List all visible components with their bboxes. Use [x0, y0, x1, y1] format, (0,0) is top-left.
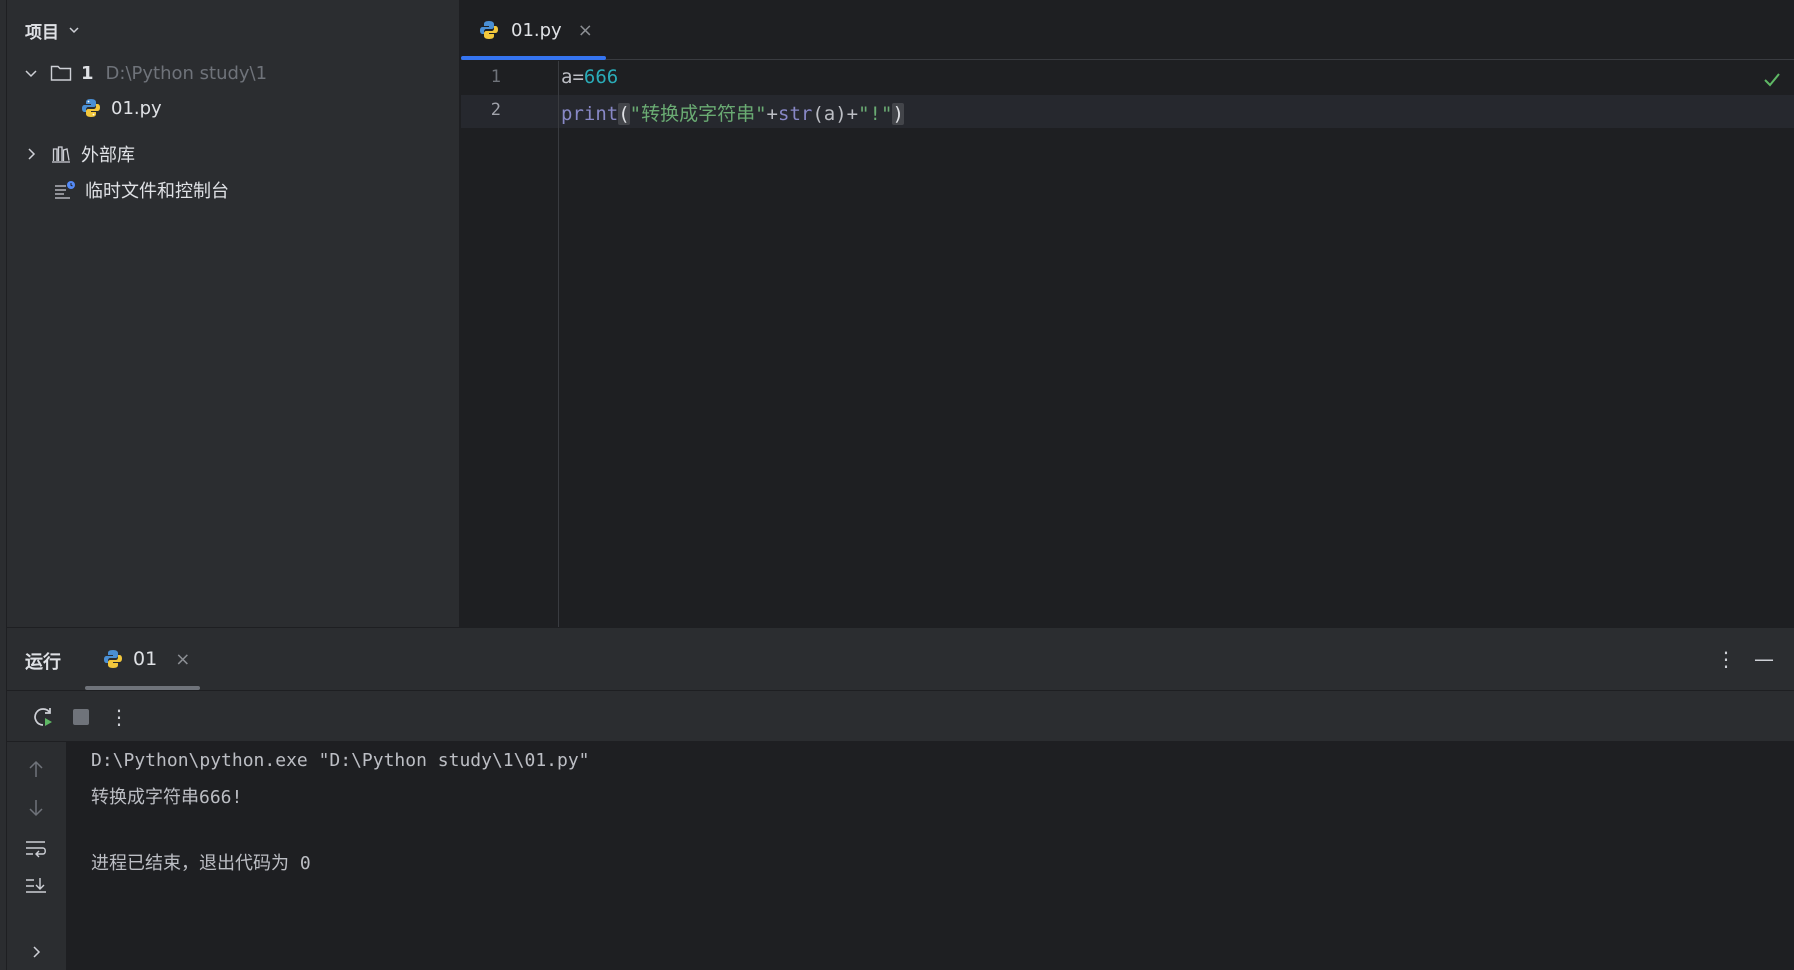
project-panel: 项目 1 D:\Python study\1 01.py 外部库 临时文件和控制… [7, 0, 460, 627]
close-icon[interactable]: × [175, 649, 190, 670]
folder-icon [49, 62, 73, 84]
line-number: 2 [490, 100, 501, 120]
project-panel-title: 项目 [25, 22, 59, 43]
code-line-1[interactable]: a=666 [561, 66, 618, 88]
stop-icon[interactable] [67, 703, 95, 731]
chevron-right-icon[interactable] [23, 146, 39, 162]
code-token-operator: + [846, 103, 859, 125]
line-number: 1 [490, 67, 501, 87]
active-tab-indicator [461, 56, 606, 60]
tree-item-label: 临时文件和控制台 [85, 181, 229, 202]
tree-item-scratches[interactable]: 临时文件和控制台 [53, 173, 229, 207]
run-tab-label: 01 [133, 648, 158, 670]
tool-window-strip [0, 0, 7, 970]
code-token-operator: + [766, 103, 778, 125]
more-icon[interactable]: ⋮ [105, 703, 133, 731]
editor-tab-bar: 01.py × [461, 0, 1794, 60]
library-icon [49, 143, 73, 165]
run-side-toolbar [7, 742, 66, 970]
python-file-icon [103, 647, 127, 671]
python-file-icon [479, 18, 503, 42]
soft-wrap-icon[interactable] [23, 835, 49, 861]
run-toolbar: ⋮ [7, 690, 1794, 742]
run-panel-header: 运行 01 × ⋮ — [7, 628, 1794, 690]
code-token-var: a= [561, 66, 584, 88]
line-number-gutter: 1 2 [461, 61, 559, 627]
editor-tab-label: 01.py [511, 19, 562, 41]
project-panel-header[interactable]: 项目 [7, 0, 459, 60]
code-token-paren: ( [618, 103, 630, 125]
code-token-builtin: str [778, 103, 813, 125]
chevron-down-icon[interactable] [67, 23, 81, 37]
run-tab-01[interactable]: 01 × [103, 628, 190, 690]
run-panel-title: 运行 [25, 652, 61, 673]
tree-item-project-root[interactable]: 1 D:\Python study\1 [23, 56, 267, 90]
code-token-paren: ) [892, 103, 904, 125]
console-output[interactable]: D:\Python\python.exe "D:\Python study\1\… [66, 742, 1794, 970]
arrow-up-icon[interactable] [23, 756, 49, 782]
scroll-to-end-icon[interactable] [23, 873, 49, 899]
check-icon[interactable] [1762, 70, 1782, 90]
tree-item-path: D:\Python study\1 [105, 62, 268, 84]
console-line: 转换成字符串666! [91, 787, 243, 808]
tree-item-label: 1 [81, 62, 94, 84]
tree-item-external-libraries[interactable]: 外部库 [23, 137, 135, 171]
more-icon[interactable]: ⋮ [1712, 645, 1740, 673]
code-token-builtin: print [561, 103, 619, 125]
console-line: D:\Python\python.exe "D:\Python study\1\… [91, 750, 590, 771]
editor-area: 01.py × 1 2 a=666 print("转换成字符串"+str(a)+… [461, 0, 1794, 627]
chevron-down-icon[interactable] [23, 65, 39, 81]
editor-tab-01py[interactable]: 01.py × [461, 0, 606, 60]
scratch-icon [53, 179, 77, 201]
rerun-icon[interactable] [29, 703, 57, 731]
code-token-string: "!" [858, 103, 893, 125]
chevron-right-icon[interactable] [23, 939, 49, 965]
ide-window: 项目 1 D:\Python study\1 01.py 外部库 临时文件和控制… [0, 0, 1794, 970]
code-token-arg: (a) [812, 103, 847, 125]
run-panel: 运行 01 × ⋮ — ⋮ D:\Python\python.exe "D:\P… [7, 627, 1794, 970]
close-icon[interactable]: × [578, 20, 593, 41]
code-token-string: "转换成字符串" [629, 103, 767, 125]
console-line: 进程已结束，退出代码为 0 [91, 853, 311, 874]
code-token-number: 666 [583, 66, 619, 88]
minimize-icon[interactable]: — [1750, 645, 1778, 673]
python-file-icon [79, 97, 103, 119]
tree-item-label: 01.py [111, 97, 162, 119]
tree-item-file[interactable]: 01.py [79, 91, 162, 125]
tree-item-label: 外部库 [81, 145, 135, 166]
arrow-down-icon[interactable] [23, 795, 49, 821]
code-line-2[interactable]: print("转换成字符串"+str(a)+"!") [561, 99, 904, 126]
